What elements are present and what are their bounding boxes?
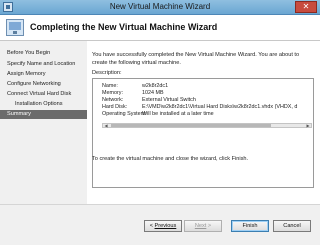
title-bar: New Virtual Machine Wizard ✕: [0, 0, 320, 15]
next-arrow-icon: >: [207, 223, 212, 229]
step-connect-virtual-hard-disk[interactable]: Connect Virtual Hard Disk: [0, 90, 87, 99]
scrollbar-thumb[interactable]: [111, 124, 271, 127]
previous-label: Previous: [154, 223, 177, 229]
desc-key: Operating System:: [102, 111, 147, 117]
finish-button[interactable]: Finish: [231, 220, 269, 232]
wizard-header: Completing the New Virtual Machine Wizar…: [0, 15, 320, 41]
scroll-right-icon[interactable]: ▶: [305, 123, 311, 128]
intro-text: You have successfully completed the New …: [92, 52, 300, 66]
button-bar: < Previous Next > Finish Cancel: [0, 204, 320, 245]
description-box[interactable]: Name: w2k8r2dc1 Memory: 1024 MB Network:…: [92, 78, 314, 188]
wizard-steps: Before You Begin Specify Name and Locati…: [0, 41, 87, 204]
previous-arrow-icon: <: [149, 223, 153, 229]
page-title: Completing the New Virtual Machine Wizar…: [30, 22, 218, 32]
close-button[interactable]: ✕: [295, 1, 317, 13]
step-assign-memory[interactable]: Assign Memory: [0, 70, 87, 79]
summary-panel: You have successfully completed the New …: [87, 41, 320, 204]
previous-button[interactable]: < Previous: [144, 220, 182, 232]
virtual-machine-icon: [6, 19, 24, 36]
next-button[interactable]: Next >: [184, 220, 222, 232]
window-title: New Virtual Machine Wizard: [109, 2, 211, 11]
step-summary[interactable]: Summary: [0, 110, 87, 119]
scroll-left-icon[interactable]: ◀: [103, 123, 109, 128]
description-label: Description:: [92, 70, 122, 76]
step-installation-options[interactable]: Installation Options: [0, 100, 87, 109]
cancel-button[interactable]: Cancel: [273, 220, 311, 232]
step-specify-name-and-location[interactable]: Specify Name and Location: [0, 60, 87, 69]
step-configure-networking[interactable]: Configure Networking: [0, 80, 87, 89]
step-before-you-begin[interactable]: Before You Begin: [0, 49, 87, 58]
finish-instruction: To create the virtual machine and close …: [92, 156, 249, 162]
desc-value: Will be installed at a later time: [142, 111, 214, 117]
horizontal-scrollbar[interactable]: ◀ ▶: [102, 123, 312, 128]
next-label: Next: [194, 223, 207, 229]
